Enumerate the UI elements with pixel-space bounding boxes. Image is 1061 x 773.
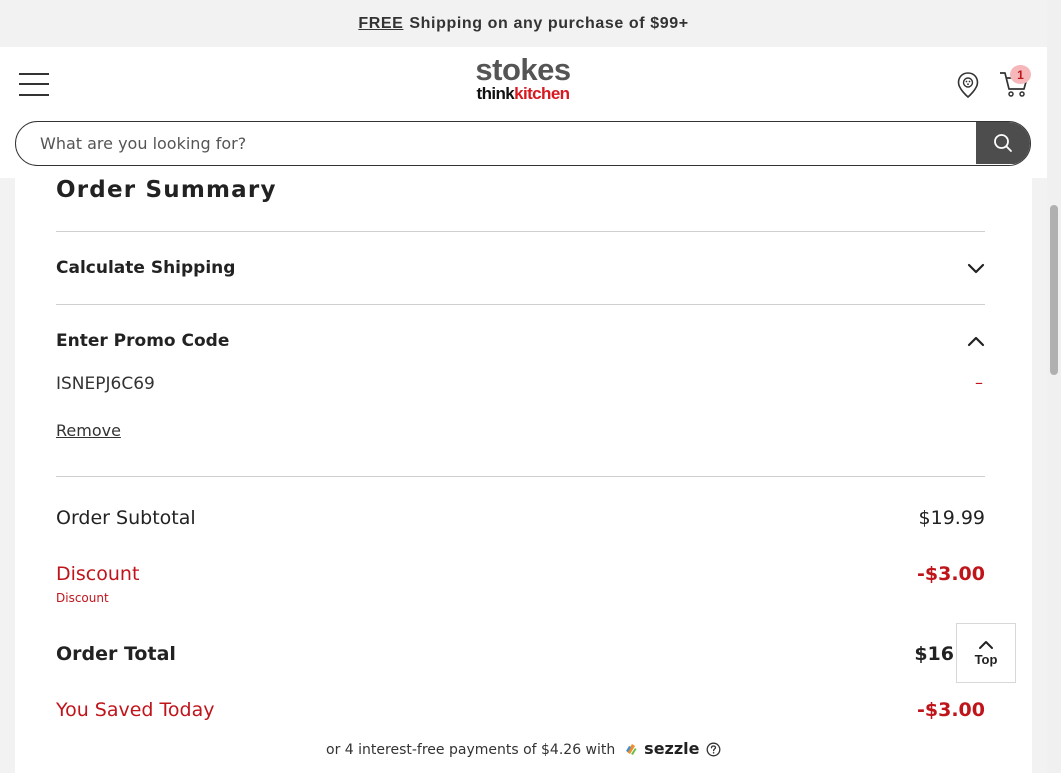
site-header: stokes thinkkitchen 1 [0,47,1047,178]
chevron-down-icon [967,263,985,274]
logo-stokes: stokes [475,52,571,87]
sezzle-installments: or 4 interest-free payments of $4.26 wit… [15,739,1032,758]
back-to-top-label: Top [974,651,998,667]
subtotal-row: Order Subtotal $19.99 [56,507,985,529]
saved-label: You Saved Today [56,699,215,721]
order-total-value: $16 [914,643,954,665]
back-to-top-button[interactable]: Top [956,623,1016,683]
search-input[interactable] [16,122,978,164]
divider [56,231,985,232]
scrollbar-thumb[interactable] [1050,205,1058,375]
saved-row: You Saved Today -$3.00 [56,699,985,721]
chevron-up-icon [967,336,985,347]
free-shipping-link[interactable]: FREE [358,15,403,33]
search-icon [994,134,1012,152]
discount-label: Discount [56,563,140,585]
site-logo[interactable]: stokes thinkkitchen [464,52,582,107]
promo-text: Shipping on any purchase of $99+ [409,14,689,32]
divider [56,304,985,305]
sezzle-brand: sezzle [644,739,700,758]
subtotal-label: Order Subtotal [56,507,196,529]
promo-bar: FREE Shipping on any purchase of $99+ [0,0,1047,47]
page-scrollbar[interactable] [1047,0,1061,773]
discount-note: Discount [56,591,109,605]
order-total-row: Order Total $16 [56,643,954,665]
page-title: Order Summary [56,177,277,203]
calculate-shipping-toggle[interactable]: Calculate Shipping [56,253,985,283]
promo-code-toggle[interactable]: Enter Promo Code [56,326,985,356]
subtotal-value: $19.99 [918,507,985,529]
search-button[interactable] [976,122,1030,164]
applied-promo-code: ISNEPJ6C69 [56,374,155,394]
location-pin-icon[interactable] [955,71,981,99]
sezzle-text: or 4 interest-free payments of $4.26 wit… [326,742,616,758]
order-total-label: Order Total [56,643,176,665]
logo-thinkkitchen: thinkkitchen [476,84,571,103]
help-circle-icon[interactable] [706,742,721,757]
order-summary-panel: Order Summary Calculate Shipping Enter P… [15,177,1032,773]
promo-code-heading: Enter Promo Code [56,331,230,351]
promo-code-amount: – [975,373,983,392]
saved-value: -$3.00 [917,699,985,721]
divider [56,476,985,477]
remove-promo-link[interactable]: Remove [56,421,121,440]
calculate-shipping-label: Calculate Shipping [56,258,236,278]
cart-count-badge: 1 [1010,65,1031,84]
discount-row: Discount -$3.00 [56,563,985,585]
sezzle-logo-icon [625,744,637,755]
search-bar [15,121,1031,166]
hamburger-menu-icon[interactable] [19,71,50,97]
discount-value: -$3.00 [917,563,985,585]
chevron-up-icon [979,640,993,649]
